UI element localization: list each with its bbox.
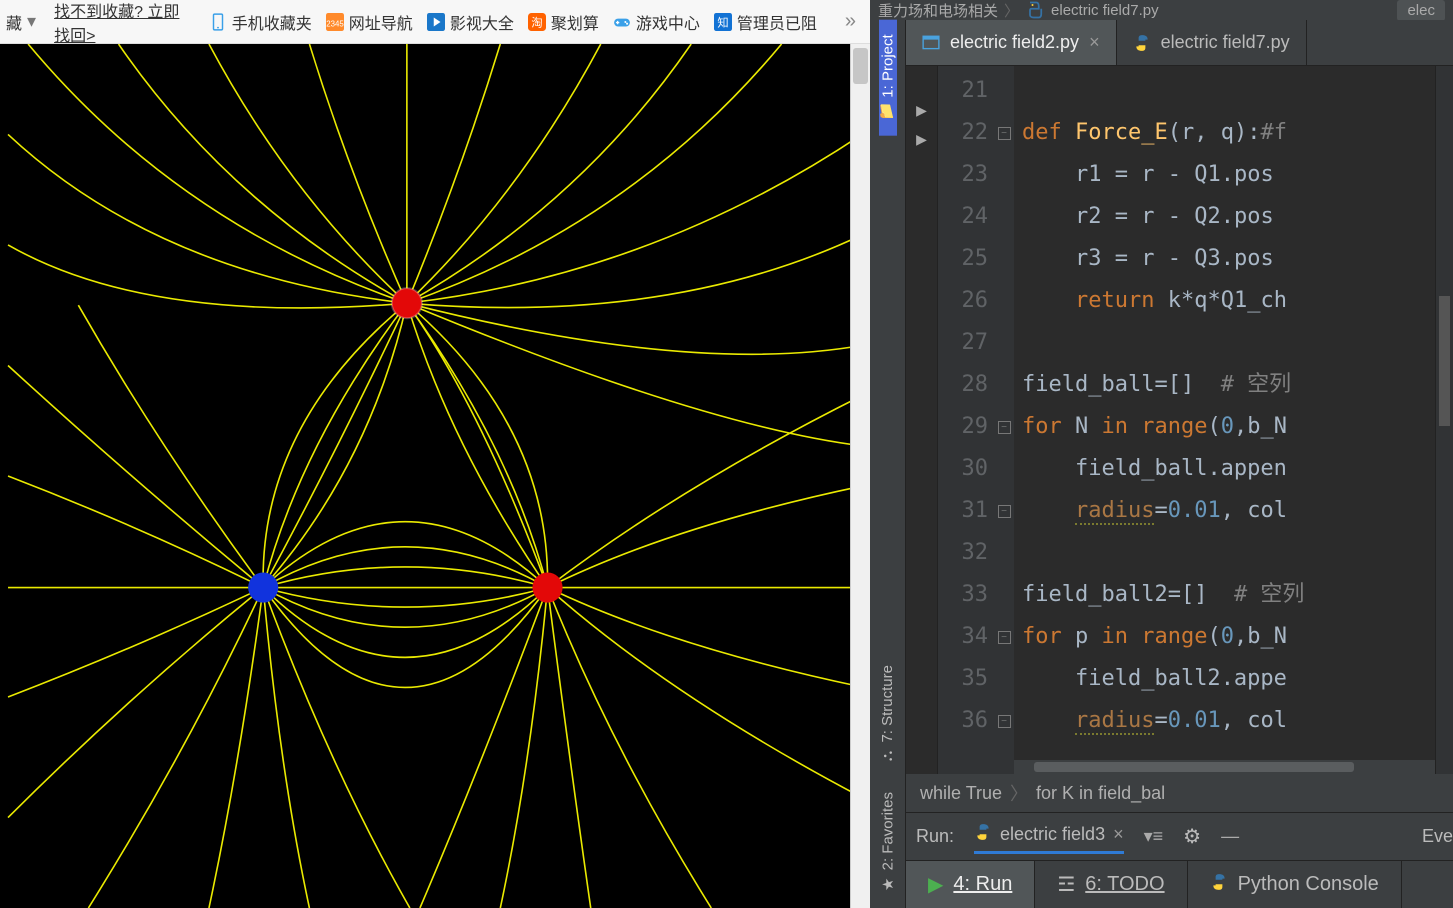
bookmark-item-mobile[interactable]: 手机收藏夹 [209, 10, 312, 34]
list-icon: ☲ [1057, 872, 1075, 897]
ide-left-toolstrip: 📁 1: Project ⛬ 7: Structure ★ 2: Favorit… [870, 20, 906, 908]
gear-icon[interactable]: ⚙ [1183, 824, 1201, 849]
bookmark-label: 管理员已阻 [737, 10, 817, 34]
bookmark-folder[interactable]: 藏 ▾ [6, 10, 40, 34]
ide-bottom-tabs: ▶ 4: Run ☲ 6: TODO Python Console [906, 860, 1453, 908]
tool-tab-structure[interactable]: ⛬ 7: Structure [879, 651, 896, 778]
nav-icon: 2345 [326, 13, 344, 31]
close-icon[interactable]: × [1113, 824, 1124, 845]
svg-text:知: 知 [717, 15, 728, 29]
folder-icon: 📁 [878, 104, 896, 122]
zhi-icon: 知 [714, 13, 732, 31]
bookmark-more[interactable]: » [845, 10, 864, 33]
simulation-canvas[interactable] [0, 44, 870, 908]
file-tab-electric-field2[interactable]: electric field2.py × [906, 20, 1117, 65]
svg-text:2345: 2345 [326, 19, 344, 28]
tool-tab-project[interactable]: 📁 1: Project [879, 20, 897, 136]
bookmark-label: 游戏中心 [636, 10, 700, 34]
code-editor[interactable]: ▶ ▶ 21222324252627282930313233343536 −−−… [906, 66, 1453, 774]
run-tool-bar: Run: electric field3 × ▾≡ ⚙ — Eve [906, 812, 1453, 860]
svg-text:淘: 淘 [531, 16, 542, 29]
ide-pane: 重力场和电场相关 〉 electric field7.py elec 📁 1: … [870, 0, 1453, 908]
close-icon[interactable]: × [1089, 32, 1100, 53]
browser-pane: 藏 ▾ 找不到收藏? 立即找回> 手机收藏夹 2345 网址导航 影视大全 淘 … [0, 0, 870, 908]
run-minimize-icon[interactable]: — [1221, 826, 1239, 847]
run-config-tab[interactable]: electric field3 × [974, 823, 1124, 850]
breadcrumb-right-tab[interactable]: elec [1397, 0, 1445, 20]
breadcrumb-folder[interactable]: 重力场和电场相关 [878, 0, 998, 20]
bottom-tab-console[interactable]: Python Console [1188, 861, 1402, 908]
run-filter-icon[interactable]: ▾≡ [1144, 826, 1164, 847]
bottom-tab-label: 6: TODO [1085, 873, 1164, 896]
python-icon [1210, 873, 1228, 897]
python-file-icon [974, 823, 992, 846]
bookmark-folder-label: 藏 [6, 10, 22, 34]
code-breadcrumb: while True 〉 for K in field_bal [906, 774, 1453, 812]
breadcrumb-file[interactable]: electric field7.py [1051, 2, 1159, 19]
ide-path-breadcrumb: 重力场和电场相关 〉 electric field7.py elec [870, 0, 1453, 20]
scrollbar-thumb[interactable] [853, 48, 868, 84]
chevron-down-icon: ▾ [27, 11, 36, 32]
gamepad-icon [613, 13, 631, 31]
file-tab-label: electric field2.py [950, 32, 1079, 53]
bookmark-label: 网址导航 [349, 10, 413, 34]
structure-icon: ⛬ [880, 748, 895, 765]
field-lines-svg [0, 44, 870, 908]
code-content[interactable]: def Force_E(r, q):#f r1 = r - Q1.pos r2 … [1014, 66, 1435, 774]
bookmark-label: 手机收藏夹 [232, 10, 312, 34]
bottom-tab-todo[interactable]: ☲ 6: TODO [1035, 861, 1187, 908]
bottom-tab-run[interactable]: ▶ 4: Run [906, 861, 1035, 908]
run-config-name: electric field3 [1000, 824, 1105, 845]
editor-marker-strip[interactable] [1435, 66, 1453, 774]
project-tree-collapsed[interactable]: ▶ ▶ [906, 66, 938, 774]
python-file-icon [1133, 34, 1151, 52]
charge-red-right [532, 572, 562, 602]
tree-expand-icon[interactable]: ▶ [916, 131, 927, 148]
play-icon: ▶ [928, 872, 943, 897]
bookmark-label: 影视大全 [450, 10, 514, 34]
bottom-tab-label: 4: Run [953, 873, 1012, 896]
file-tab-electric-field7[interactable]: electric field7.py [1117, 20, 1307, 65]
tree-expand-icon[interactable]: ▶ [916, 102, 927, 119]
breadcrumb-while[interactable]: while True [920, 783, 1002, 804]
bookmark-item-nav[interactable]: 2345 网址导航 [326, 10, 413, 34]
bottom-tab-label: Python Console [1238, 873, 1379, 896]
bookmark-label: 聚划算 [551, 10, 599, 34]
editor-horizontal-scrollbar[interactable] [1014, 760, 1435, 774]
bookmark-recover-link[interactable]: 找不到收藏? 立即找回> [54, 0, 195, 46]
breadcrumb-for[interactable]: for K in field_bal [1036, 783, 1165, 804]
file-tab-label: electric field7.py [1161, 32, 1290, 53]
bookmark-item-tao[interactable]: 淘 聚划算 [528, 10, 599, 34]
line-number-gutter: 21222324252627282930313233343536 [938, 66, 994, 774]
run-label: Run: [916, 826, 954, 847]
charge-blue [248, 572, 278, 602]
python-file-icon [1025, 0, 1045, 20]
bookmark-item-video[interactable]: 影视大全 [427, 10, 514, 34]
bookmark-item-admin[interactable]: 知 管理员已阻 [714, 10, 817, 34]
tool-tab-label: 7: Structure [879, 665, 896, 743]
events-label[interactable]: Eve [1422, 826, 1453, 847]
mobile-icon [209, 13, 227, 31]
field-lines-top [8, 44, 862, 588]
scrollbar-thumb[interactable] [1034, 762, 1354, 772]
tool-tab-label: 1: Project [879, 34, 896, 97]
tao-icon: 淘 [528, 13, 546, 31]
browser-bookmark-bar: 藏 ▾ 找不到收藏? 立即找回> 手机收藏夹 2345 网址导航 影视大全 淘 … [0, 0, 870, 44]
tool-tab-favorites[interactable]: ★ 2: Favorites [879, 778, 897, 908]
field-lines-red-right [420, 396, 862, 908]
star-icon: ★ [879, 876, 897, 894]
fold-column: −−−−− [994, 66, 1014, 774]
video-icon [427, 13, 445, 31]
editor-file-tabs: electric field2.py × electric field7.py [906, 20, 1453, 66]
tool-tab-label: 2: Favorites [879, 792, 896, 870]
app-window-icon [922, 34, 940, 52]
marker-region [1439, 296, 1450, 426]
browser-scrollbar[interactable] [850, 44, 870, 908]
bookmark-item-game[interactable]: 游戏中心 [613, 10, 700, 34]
